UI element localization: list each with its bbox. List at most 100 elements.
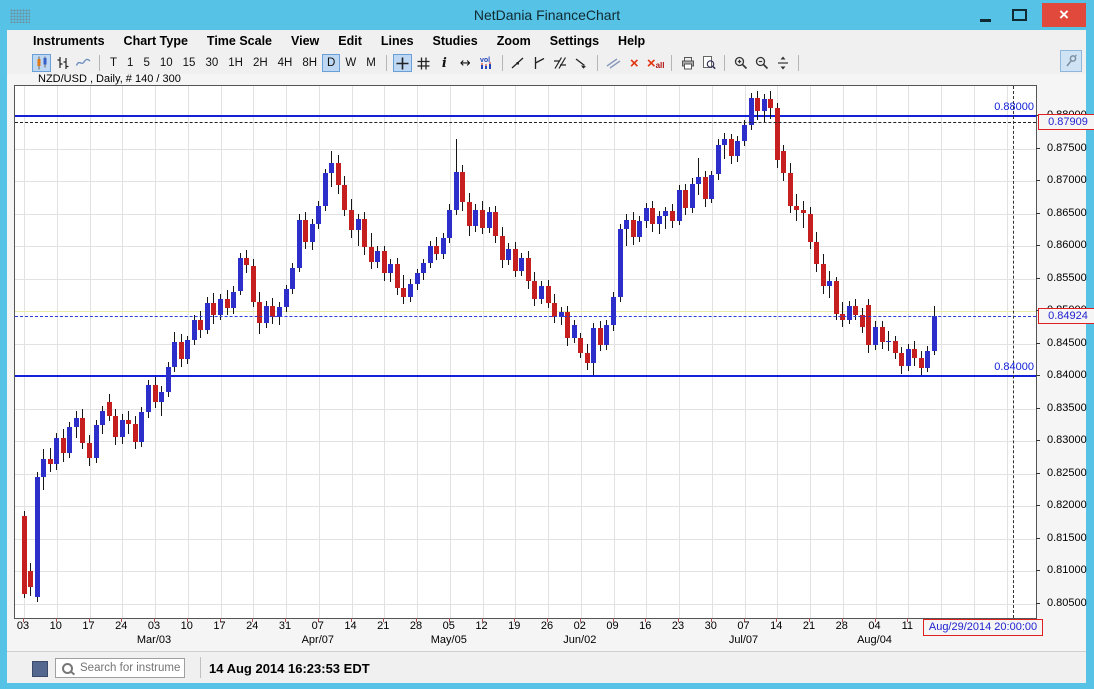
menu-zoom[interactable]: Zoom xyxy=(497,34,531,48)
menu-view[interactable]: View xyxy=(291,34,319,48)
candle-body xyxy=(729,139,734,156)
timeframe-1h[interactable]: 1H xyxy=(223,54,248,72)
timeframe-w[interactable]: W xyxy=(340,54,361,72)
menu-settings[interactable]: Settings xyxy=(550,34,599,48)
candle-body xyxy=(585,353,590,363)
candle-body xyxy=(244,258,249,266)
candle-body xyxy=(487,212,492,228)
timeframe-4h[interactable]: 4H xyxy=(273,54,298,72)
candle-body xyxy=(349,210,354,231)
menu-studies[interactable]: Studies xyxy=(433,34,478,48)
delete-all-button[interactable]: ×all xyxy=(646,54,666,72)
v-gridline xyxy=(450,86,451,618)
timeframe-10[interactable]: 10 xyxy=(155,54,178,72)
fit-vertical-button[interactable] xyxy=(773,54,792,72)
x-axis-month-label: Aug/04 xyxy=(849,634,901,646)
volume-button[interactable]: vol xyxy=(477,54,496,72)
window-title: NetDania FinanceChart xyxy=(0,7,1094,23)
candle-body xyxy=(238,258,243,292)
candle-body xyxy=(225,299,230,308)
timeframe-1[interactable]: 1 xyxy=(122,54,138,72)
candle-body xyxy=(546,286,551,303)
parallel-lines-button[interactable] xyxy=(604,54,623,72)
info-icon: i xyxy=(442,56,447,71)
v-gridline xyxy=(352,86,353,618)
bar-chart-button[interactable] xyxy=(53,54,72,72)
menu-time-scale[interactable]: Time Scale xyxy=(207,34,272,48)
print-preview-button[interactable] xyxy=(699,54,718,72)
candle-body xyxy=(231,292,236,309)
channel-button[interactable] xyxy=(551,54,570,72)
candle-body xyxy=(67,427,72,453)
toolbar-separator xyxy=(386,55,387,71)
timeframe-8h[interactable]: 8H xyxy=(297,54,322,72)
timeframe-5[interactable]: 5 xyxy=(138,54,154,72)
menu-help[interactable]: Help xyxy=(618,34,645,48)
menu-instruments[interactable]: Instruments xyxy=(33,34,105,48)
crosshair-button[interactable] xyxy=(393,54,412,72)
zoom-in-button[interactable] xyxy=(731,54,750,72)
menu-bar: Instruments Chart Type Time Scale View Edit L… xyxy=(7,30,1086,52)
x-axis-label: 05 xyxy=(436,620,462,632)
channel-icon xyxy=(552,55,568,71)
ray-button[interactable] xyxy=(572,54,591,72)
candle-body xyxy=(755,98,760,111)
candle-body xyxy=(493,212,498,235)
search-input[interactable] xyxy=(78,661,182,675)
menu-edit[interactable]: Edit xyxy=(338,34,362,48)
grid-button[interactable] xyxy=(414,54,433,72)
x-axis-month-label: Apr/07 xyxy=(292,634,344,646)
candle-body xyxy=(146,385,151,412)
x-axis-label: 12 xyxy=(469,620,495,632)
candle-body xyxy=(703,177,708,199)
delete-button[interactable]: × xyxy=(625,54,644,72)
chart-plot-area[interactable] xyxy=(14,85,1037,619)
search-box[interactable] xyxy=(55,658,185,678)
horizontal-scale-button[interactable]: ↔ xyxy=(456,54,475,72)
candle-body xyxy=(310,224,315,242)
y-axis-label: 0.87500 xyxy=(1047,142,1087,154)
candle-body xyxy=(211,303,216,315)
vertical-trendline-button[interactable] xyxy=(530,54,549,72)
candle-body xyxy=(362,219,367,248)
timeframe-2h[interactable]: 2H xyxy=(248,54,273,72)
candle-body xyxy=(866,305,871,345)
timeframe-d[interactable]: D xyxy=(322,54,340,72)
timeframe-30[interactable]: 30 xyxy=(200,54,223,72)
y-axis-tick xyxy=(1036,603,1040,604)
toolbar-separator xyxy=(798,55,799,71)
maximize-button[interactable] xyxy=(1004,3,1034,27)
menu-chart-type[interactable]: Chart Type xyxy=(124,34,188,48)
timeframe-t[interactable]: T xyxy=(105,54,122,72)
candle-body xyxy=(284,289,289,307)
candle-body xyxy=(80,418,85,443)
candle-body xyxy=(447,210,452,239)
close-button[interactable]: × xyxy=(1042,3,1086,27)
candle-body xyxy=(428,246,433,263)
trendline-button[interactable] xyxy=(509,54,528,72)
candle-body xyxy=(873,327,878,345)
toolbar-separator xyxy=(724,55,725,71)
timeframe-15[interactable]: 15 xyxy=(178,54,201,72)
h-gridline xyxy=(15,539,1036,540)
vertical-trendline-icon xyxy=(531,55,547,71)
candle-body xyxy=(526,258,531,281)
x-axis-label: 14 xyxy=(763,620,789,632)
chart-region: NZD/USD , Daily, # 140 / 300 0.880000.87… xyxy=(7,74,1086,651)
line-chart-button[interactable] xyxy=(74,54,93,72)
info-button[interactable]: i xyxy=(435,54,454,72)
print-button[interactable] xyxy=(678,54,697,72)
pin-button[interactable] xyxy=(1060,50,1082,72)
candle-body xyxy=(382,251,387,273)
minimize-button[interactable] xyxy=(970,3,1000,27)
upper-level-line[interactable] xyxy=(15,115,1036,117)
menu-lines[interactable]: Lines xyxy=(381,34,414,48)
candlestick-chart-button[interactable] xyxy=(32,54,51,72)
zoom-out-button[interactable] xyxy=(752,54,771,72)
x-axis-label: 11 xyxy=(894,620,920,632)
y-axis-tick xyxy=(1036,440,1040,441)
instrument-color-swatch xyxy=(32,661,48,677)
last-price-line xyxy=(15,316,1036,317)
h-gridline xyxy=(15,214,1036,215)
timeframe-m[interactable]: M xyxy=(361,54,381,72)
